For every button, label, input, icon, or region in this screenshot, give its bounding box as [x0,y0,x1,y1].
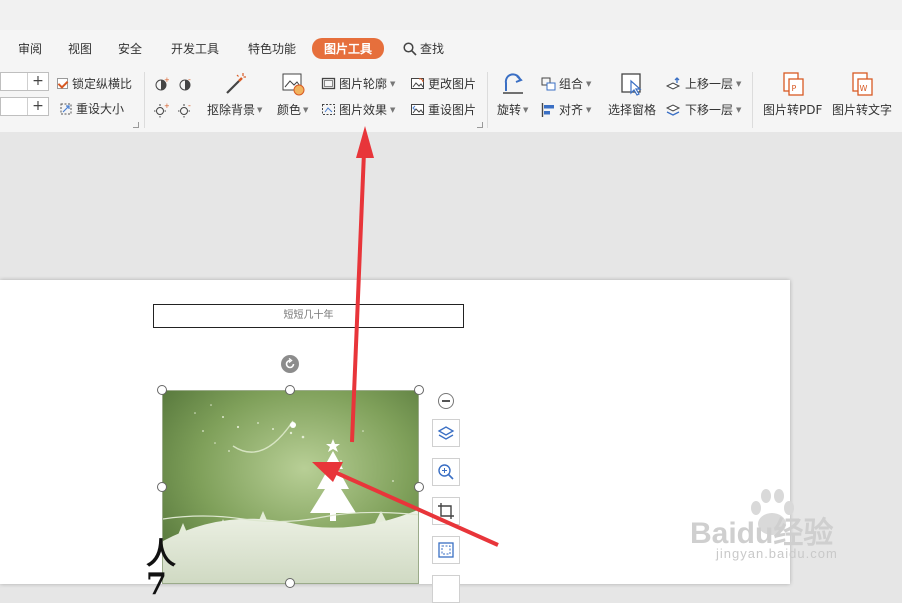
baidu-jingyan-watermark: Baidu经验 jingyan.baidu.com [690,484,860,574]
annotation-arrow-left [312,462,499,547]
watermark-url: jingyan.baidu.com [716,546,838,561]
annotation-arrow-up [350,126,374,443]
